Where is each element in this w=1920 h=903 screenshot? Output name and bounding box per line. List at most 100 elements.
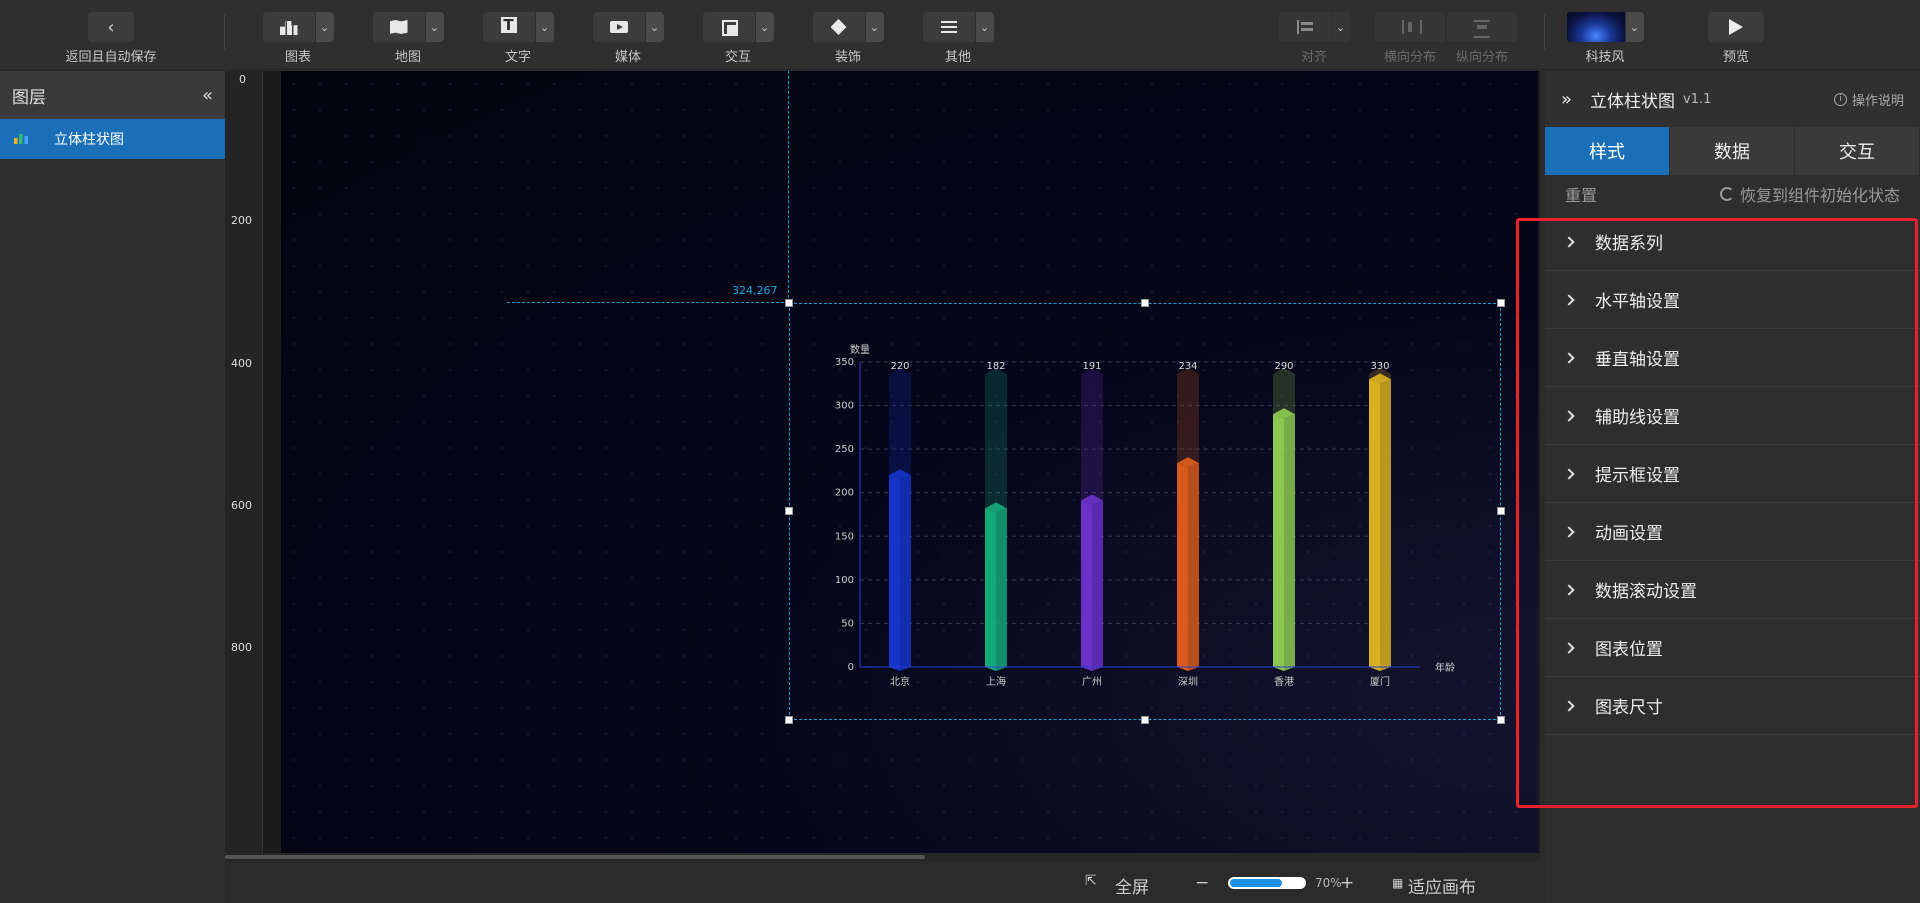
chevron-down-icon[interactable]: ⌄ — [865, 12, 884, 42]
chevron-down-icon[interactable]: ⌄ — [645, 12, 664, 42]
resize-handle-top[interactable] — [1141, 299, 1149, 307]
tab-data[interactable]: 数据 — [1670, 127, 1795, 175]
other-menu-label: 其他 — [944, 50, 971, 65]
layer-item[interactable]: 立体柱状图 — [0, 119, 225, 159]
chart-icon — [278, 19, 300, 35]
help-link[interactable]: i 操作说明 — [1833, 90, 1904, 109]
fullscreen-icon[interactable]: ⇱ — [1085, 873, 1097, 889]
interaction-menu-button[interactable]: ⌄ 交互 — [702, 12, 774, 65]
preview-button[interactable]: 预览 — [1706, 12, 1766, 65]
resize-handle-left[interactable] — [785, 507, 793, 515]
back-and-save-label: 返回且自动保存 — [65, 50, 157, 65]
align-button[interactable]: ⌄ 对齐 — [1278, 12, 1350, 65]
resize-handle-top-right[interactable] — [1497, 299, 1505, 307]
horizontal-distribute-icon — [1399, 19, 1422, 35]
section-label: 图表尺寸 — [1595, 698, 1663, 718]
settings-sections: 数据系列 水平轴设置 垂直轴设置 辅助线设置 提示框设置 动画设置 数据滚动设置… — [1545, 213, 1920, 735]
align-left-icon — [1294, 19, 1316, 35]
interaction-menu-label: 交互 — [724, 50, 751, 65]
section-label: 提示框设置 — [1595, 466, 1680, 486]
chevron-down-icon[interactable]: ⌄ — [755, 12, 774, 42]
vertical-ruler: 0 200 400 600 800 — [225, 71, 263, 861]
resize-handle-bottom[interactable] — [1141, 716, 1149, 724]
chevron-right-icon — [1563, 699, 1575, 712]
decoration-icon — [828, 19, 850, 35]
info-icon: i — [1833, 92, 1847, 106]
other-menu-button[interactable]: ⌄ 其他 — [922, 12, 994, 65]
ruler-mark: 0 — [239, 73, 246, 86]
section-label: 图表位置 — [1595, 640, 1663, 660]
layers-header: 图层 « — [0, 71, 225, 119]
media-menu-label: 媒体 — [614, 50, 641, 65]
decoration-menu-button[interactable]: ⌄ 装饰 — [812, 12, 884, 65]
chevron-down-icon[interactable]: ⌄ — [1331, 12, 1350, 42]
chart-menu-button[interactable]: ⌄ 图表 — [262, 12, 334, 65]
vertical-distribute-icon — [1471, 19, 1493, 38]
interaction-icon — [718, 19, 740, 36]
chevron-down-icon[interactable]: ⌄ — [315, 12, 334, 42]
text-menu-label: 文字 — [504, 50, 531, 65]
fullscreen-button[interactable]: 全屏 — [1115, 873, 1149, 898]
section-chart-size[interactable]: 图表尺寸 — [1545, 677, 1920, 735]
layers-title: 图层 — [12, 87, 46, 108]
chart-menu-label: 图表 — [284, 50, 311, 65]
theme-button[interactable]: ⌄ 科技风 — [1566, 12, 1644, 65]
back-arrow-icon: ‹ — [88, 12, 134, 42]
vertical-distribute-label: 纵向分布 — [1455, 50, 1508, 65]
back-and-save-button[interactable]: ‹ 返回且自动保存 — [56, 12, 166, 65]
chevron-right-icon — [1563, 467, 1575, 480]
chevron-down-icon[interactable]: ⌄ — [1625, 12, 1644, 42]
horizontal-distribute-button[interactable]: 横向分布 — [1374, 12, 1446, 65]
tab-style[interactable]: 样式 — [1545, 127, 1670, 175]
map-menu-button[interactable]: ⌄ 地图 — [372, 12, 444, 65]
resize-handle-bottom-right[interactable] — [1497, 716, 1505, 724]
fit-canvas-icon[interactable]: ▦ — [1392, 876, 1403, 890]
expand-panel-icon[interactable]: » — [1561, 89, 1572, 110]
reset-row: 重置 恢复到组件初始化状态 — [1545, 175, 1920, 213]
section-animation[interactable]: 动画设置 — [1545, 503, 1920, 561]
zoom-in-button[interactable]: + — [1340, 873, 1354, 893]
ruler-mark: 200 — [231, 214, 252, 227]
chevron-down-icon[interactable]: ⌄ — [535, 12, 554, 42]
collapse-left-icon[interactable]: « — [202, 85, 213, 106]
media-menu-button[interactable]: ⌄ 媒体 — [592, 12, 664, 65]
section-data-series[interactable]: 数据系列 — [1545, 213, 1920, 271]
section-y-axis[interactable]: 垂直轴设置 — [1545, 329, 1920, 387]
fit-canvas-button[interactable]: 适应画布 — [1408, 873, 1476, 898]
theme-label: 科技风 — [1585, 50, 1625, 65]
horizontal-scrollbar[interactable] — [225, 853, 1540, 861]
chevron-down-icon[interactable]: ⌄ — [975, 12, 994, 42]
ruler-mark: 600 — [231, 499, 252, 512]
resize-handle-top-left[interactable] — [785, 299, 793, 307]
zoom-level: 70% — [1315, 876, 1342, 890]
section-chart-position[interactable]: 图表位置 — [1545, 619, 1920, 677]
section-data-scroll[interactable]: 数据滚动设置 — [1545, 561, 1920, 619]
section-x-axis[interactable]: 水平轴设置 — [1545, 271, 1920, 329]
properties-tabs: 样式 数据 交互 — [1545, 127, 1920, 175]
horizontal-distribute-label: 横向分布 — [1383, 50, 1436, 65]
vertical-distribute-button[interactable]: 纵向分布 — [1446, 12, 1518, 65]
top-toolbar: ‹ 返回且自动保存 ⌄ 图表 ⌄ 地图 ⌄ 文字 ⌄ 媒体 ⌄ 交互 ⌄ 装饰 … — [0, 0, 1920, 70]
chevron-right-icon — [1563, 525, 1575, 538]
zoom-out-button[interactable]: − — [1195, 873, 1209, 893]
map-icon — [388, 19, 410, 35]
resize-handle-right[interactable] — [1497, 507, 1505, 515]
section-tooltip[interactable]: 提示框设置 — [1545, 445, 1920, 503]
bar-chart-icon — [14, 134, 28, 144]
restore-default-button[interactable]: 恢复到组件初始化状态 — [1719, 182, 1900, 206]
selection-box[interactable] — [785, 299, 1505, 724]
text-menu-button[interactable]: ⌄ 文字 — [482, 12, 554, 65]
reset-button[interactable]: 重置 — [1565, 182, 1597, 206]
resize-handle-bottom-left[interactable] — [785, 716, 793, 724]
section-label: 辅助线设置 — [1595, 408, 1680, 428]
section-label: 数据滚动设置 — [1595, 582, 1697, 602]
scrollbar-thumb[interactable] — [225, 855, 925, 859]
canvas-area[interactable]: 0 200 400 600 800 324,267 0 50 100 150 200 25… — [225, 71, 1540, 861]
section-label: 水平轴设置 — [1595, 292, 1680, 312]
tab-interaction[interactable]: 交互 — [1795, 127, 1920, 175]
zoom-slider-fill — [1230, 879, 1282, 887]
refresh-icon — [1719, 187, 1734, 201]
zoom-slider[interactable] — [1228, 877, 1306, 889]
chevron-down-icon[interactable]: ⌄ — [425, 12, 444, 42]
section-guide-lines[interactable]: 辅助线设置 — [1545, 387, 1920, 445]
